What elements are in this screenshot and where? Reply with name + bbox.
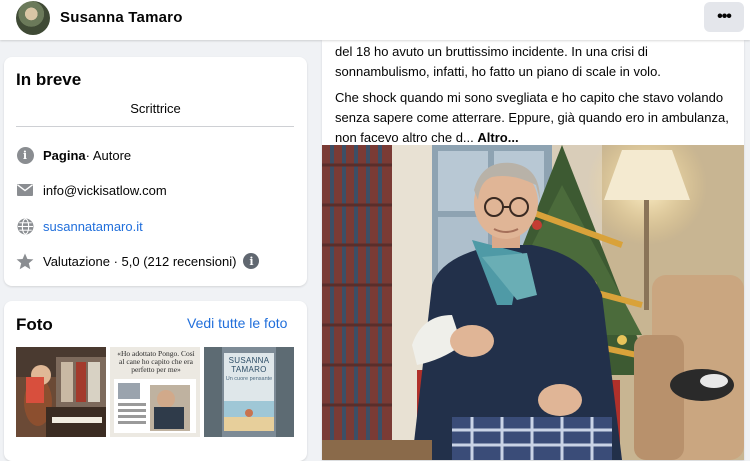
photos-title: Foto xyxy=(16,315,53,334)
page-avatar[interactable] xyxy=(16,1,50,35)
post-text: del 18 ho avuto un bruttissimo incidente… xyxy=(335,42,740,148)
intro-row-website: susannatamaro.it xyxy=(16,216,143,236)
photo-thumb-1[interactable] xyxy=(16,347,106,437)
more-options-button[interactable]: ••• xyxy=(704,2,744,32)
intro-title: In breve xyxy=(16,70,82,89)
intro-bio: Scrittrice xyxy=(130,101,181,116)
page-header: Susanna Tamaro ••• xyxy=(0,0,750,40)
photos-card: Foto Vedi tutte le foto «Ho adottato Pon… xyxy=(4,301,307,461)
rating-text[interactable]: Valutazione · 5,0 (212 recensioni) xyxy=(43,254,236,269)
intro-row-category: i Pagina · Autore xyxy=(16,145,131,165)
intro-row-rating: Valutazione · 5,0 (212 recensioni) i xyxy=(16,251,260,271)
website-link[interactable]: susannatamaro.it xyxy=(43,219,143,234)
photo-thumb-2-caption: «Ho adottato Pongo. Così al cane ho capi… xyxy=(117,349,195,374)
post-photo[interactable] xyxy=(322,145,744,460)
intro-card: In breve Scrittrice i Pagina · Autore in… xyxy=(4,57,307,286)
rating-info-icon[interactable]: i xyxy=(243,253,260,269)
photo-thumb-2[interactable]: «Ho adottato Pongo. Così al cane ho capi… xyxy=(110,347,200,437)
email-link[interactable]: info@vickisatlow.com xyxy=(43,183,167,198)
intro-row-email: info@vickisatlow.com xyxy=(16,180,167,200)
star-icon xyxy=(16,252,34,270)
photo-thumb-3-title-1: SUSANNA xyxy=(228,356,270,365)
post-card: del 18 ho avuto un bruttissimo incidente… xyxy=(322,40,744,460)
photo-thumb-3-title-2: TAMARO xyxy=(231,365,267,374)
info-icon: i xyxy=(16,146,34,164)
mail-icon xyxy=(16,181,34,199)
globe-icon xyxy=(16,217,34,235)
page-name[interactable]: Susanna Tamaro xyxy=(60,9,183,26)
category-value: · Autore xyxy=(85,147,132,163)
post-paragraph-1: del 18 ho avuto un bruttissimo incidente… xyxy=(335,44,661,79)
photo-thumb-3[interactable]: SUSANNA TAMARO Un cuore pensante xyxy=(204,347,294,437)
intro-divider xyxy=(16,126,294,127)
see-all-photos-link[interactable]: Vedi tutte le foto xyxy=(187,315,287,331)
category-label: Pagina xyxy=(43,147,86,163)
photo-thumb-3-subtitle: Un cuore pensante xyxy=(225,376,273,382)
post-paragraph-2-wrap: Che shock quando mi sono svegliata e ho … xyxy=(335,88,740,148)
post-paragraph-2: Che shock quando mi sono svegliata e ho … xyxy=(335,90,729,145)
see-more-link[interactable]: Altro... xyxy=(477,130,518,145)
